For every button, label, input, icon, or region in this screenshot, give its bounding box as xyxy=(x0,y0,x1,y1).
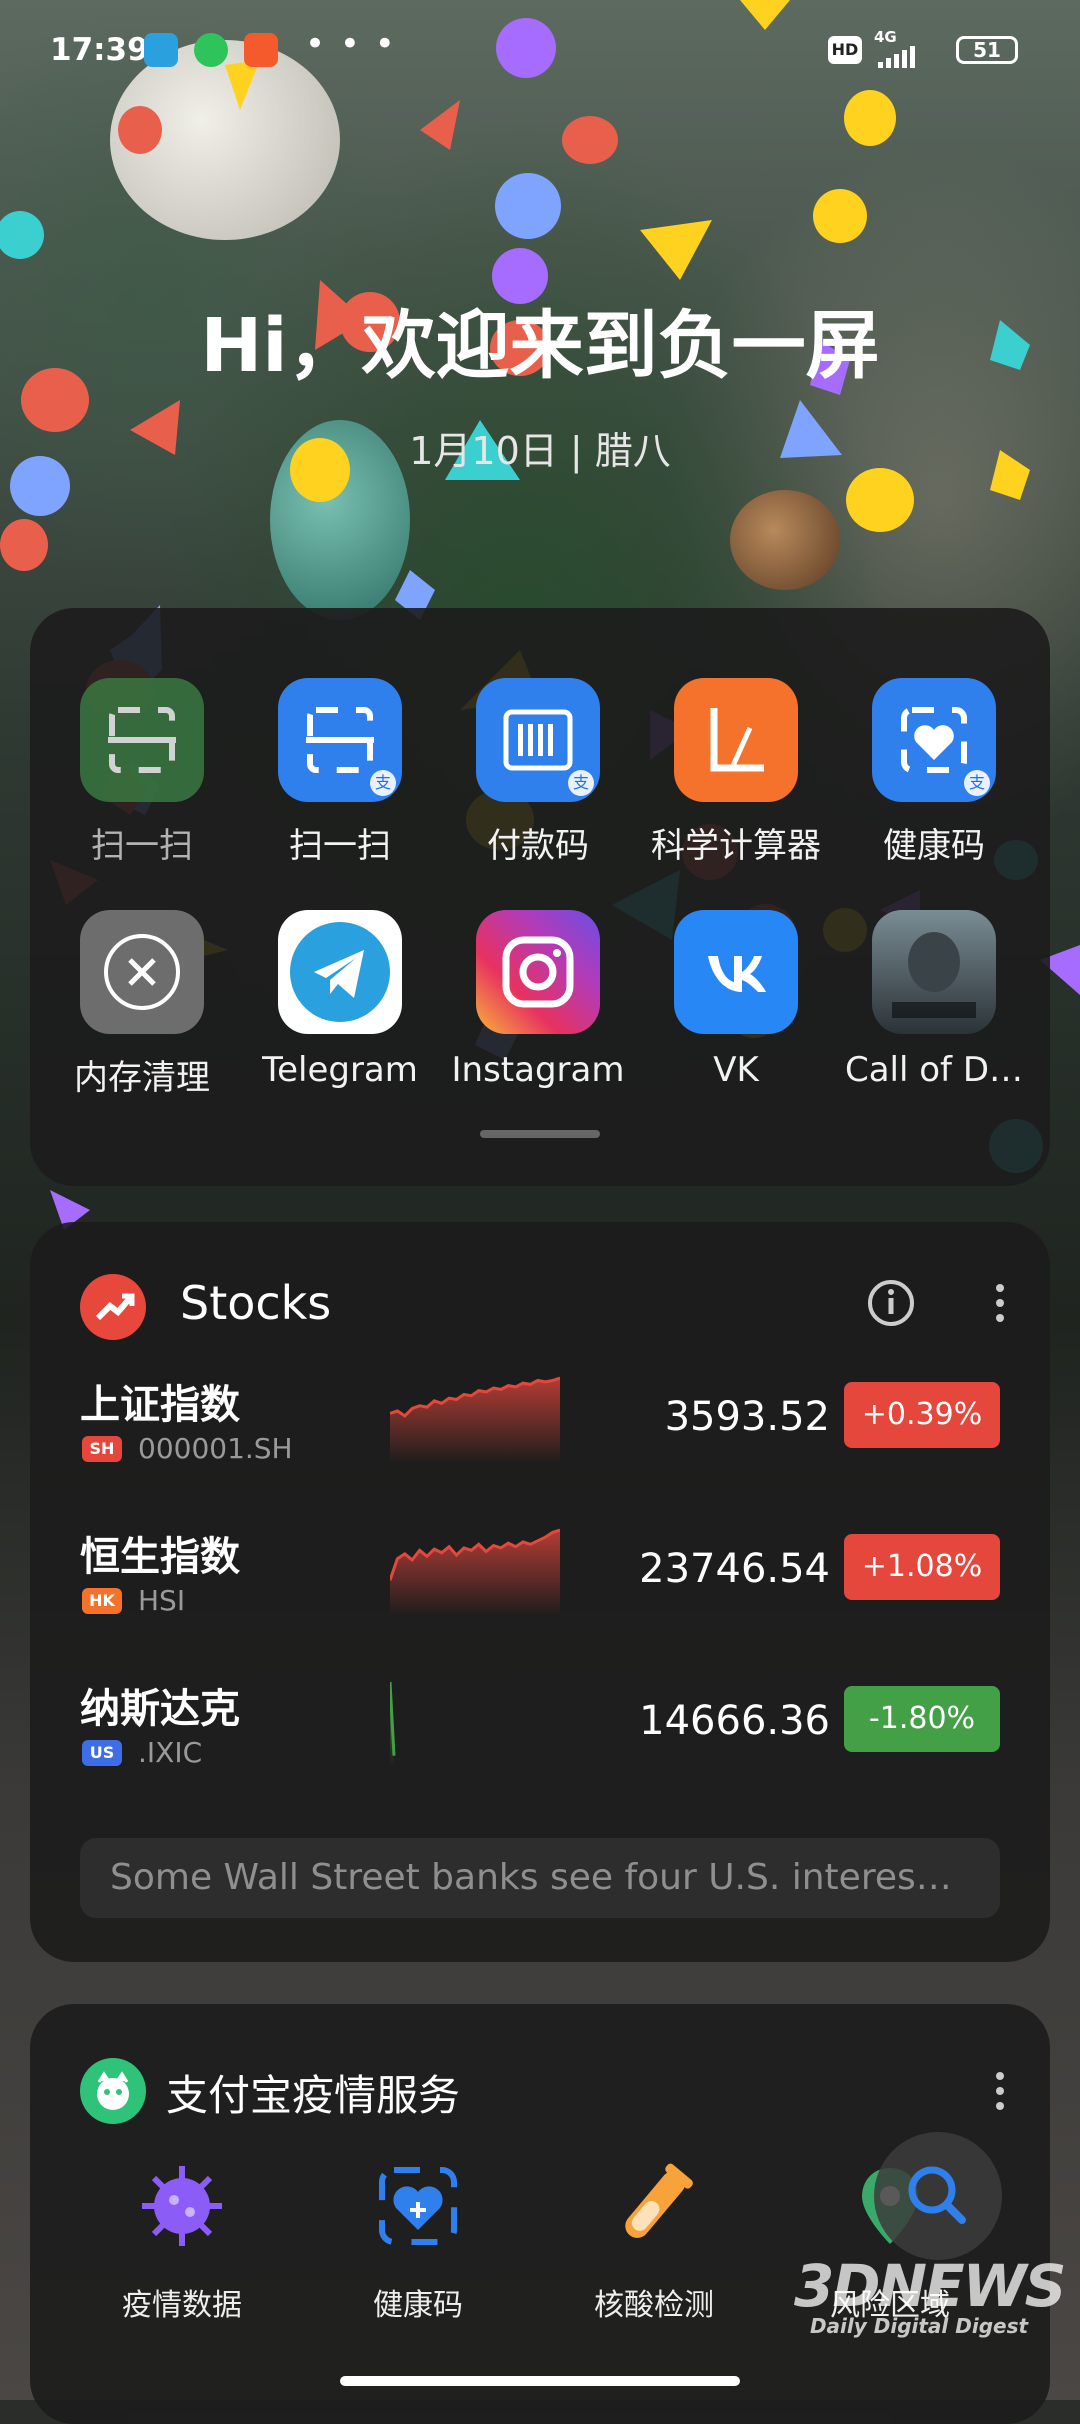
whatsapp-icon xyxy=(194,33,228,67)
expand-handle[interactable] xyxy=(480,1130,600,1138)
more-notifications-icon: • • • xyxy=(305,24,397,64)
tile-label: 核酸检测 xyxy=(594,2288,714,2323)
sparkline-area xyxy=(390,1378,560,1464)
app-scan-2[interactable]: 支 扫一扫 xyxy=(242,678,438,867)
virus-icon xyxy=(134,2158,230,2254)
app-shortcuts-card: 扫一扫 支 扫一扫 支 付款码 科学计算器 支 健康码 内存清理 Telegra… xyxy=(30,608,1050,1186)
app-vk[interactable]: VK xyxy=(638,910,834,1090)
app-label: 扫一扫 xyxy=(91,826,193,866)
app-calculator[interactable]: 科学计算器 xyxy=(638,678,834,867)
app-health-code[interactable]: 支 健康码 xyxy=(836,678,1032,867)
market-tag: US xyxy=(82,1740,122,1766)
greeting-date: 1月10日 | 腊八 xyxy=(409,429,671,473)
tile-label: 疫情数据 xyxy=(122,2288,242,2323)
alipay-badge-icon: 支 xyxy=(370,770,396,796)
signal-icon xyxy=(878,46,915,68)
vk-icon xyxy=(674,910,798,1034)
stock-code: 000001.SH xyxy=(138,1432,293,1465)
watermark-logo: 3DNEWS Daily Digital Digest xyxy=(794,2252,1066,2338)
search-icon xyxy=(908,2166,966,2224)
battery-indicator: 51 xyxy=(956,36,1018,64)
stock-name: 纳斯达克 xyxy=(80,1686,240,1732)
barcode-icon: 支 xyxy=(476,678,600,802)
app-call-of-duty[interactable]: Call of D… xyxy=(836,910,1032,1090)
stock-change-badge: +1.08% xyxy=(844,1534,1000,1600)
sparkline-chart xyxy=(390,1681,396,1768)
telegram-icon xyxy=(144,33,178,67)
instagram-icon xyxy=(476,910,600,1034)
more-options-icon[interactable] xyxy=(990,2066,1010,2120)
stock-price: 23746.54 xyxy=(639,1546,830,1592)
stock-price: 14666.36 xyxy=(639,1698,830,1744)
tile-health-code[interactable]: 健康码 xyxy=(318,2158,518,2324)
market-tag: SH xyxy=(82,1436,122,1462)
home-indicator[interactable] xyxy=(340,2376,740,2386)
info-icon[interactable] xyxy=(866,1278,916,1332)
hd-voice-icon: HD xyxy=(828,36,862,64)
app-label: 内存清理 xyxy=(74,1058,210,1098)
app-label: Call of D… xyxy=(844,1050,1024,1090)
market-tag: HK xyxy=(82,1588,122,1614)
more-options-icon[interactable] xyxy=(990,1278,1010,1332)
shopping-icon xyxy=(244,33,278,67)
call-of-duty-icon xyxy=(872,910,996,1034)
app-scan-1[interactable]: 扫一扫 xyxy=(44,678,240,867)
stocks-card: Stocks 上证指数 SH 000001.SH 3593.52 +0.39% 恒生指数 H… xyxy=(30,1222,1050,1962)
stock-row[interactable]: 纳斯达克 US .IXIC 14666.36 -1.80% xyxy=(30,1676,1050,1826)
stock-code: HSI xyxy=(138,1584,186,1617)
tile-nucleic-test[interactable]: 核酸检测 xyxy=(554,2158,754,2324)
alipay-badge-icon: 支 xyxy=(964,770,990,796)
status-bar: 17:39 • • • HD 4G 51 xyxy=(0,0,1080,104)
sparkline-chart xyxy=(390,1376,560,1464)
app-label: Telegram xyxy=(262,1050,418,1090)
stocks-logo-icon xyxy=(80,1274,146,1340)
calculator-icon xyxy=(674,678,798,802)
stock-row[interactable]: 上证指数 SH 000001.SH 3593.52 +0.39% xyxy=(30,1372,1050,1522)
health-code-icon xyxy=(370,2158,466,2254)
stock-row[interactable]: 恒生指数 HK HSI 23746.54 +1.08% xyxy=(30,1524,1050,1674)
stock-code: .IXIC xyxy=(138,1736,203,1769)
greeting-title: Hi，欢迎来到负一屏 xyxy=(200,303,880,389)
app-payment-code[interactable]: 支 付款码 xyxy=(440,678,636,867)
app-telegram[interactable]: Telegram xyxy=(242,910,438,1090)
stocks-title: Stocks xyxy=(180,1276,332,1330)
ornament-ball xyxy=(730,490,840,590)
app-memory-clean[interactable]: 内存清理 xyxy=(44,910,240,1099)
stock-price: 3593.52 xyxy=(664,1394,830,1440)
tile-epidemic-data[interactable]: 疫情数据 xyxy=(82,2158,282,2324)
app-instagram[interactable]: Instagram xyxy=(440,910,636,1090)
watermark-tagline: Daily Digital Digest xyxy=(809,2314,1029,2338)
alipay-logo-icon xyxy=(80,2058,146,2124)
app-label: 健康码 xyxy=(883,826,985,866)
stock-change-badge: +0.39% xyxy=(844,1382,1000,1448)
stock-name: 恒生指数 xyxy=(80,1534,240,1580)
clock: 17:39 xyxy=(50,32,149,68)
app-label: 付款码 xyxy=(487,826,589,866)
telegram-icon xyxy=(278,910,402,1034)
stock-name: 上证指数 xyxy=(80,1382,240,1428)
alipay-badge-icon: 支 xyxy=(568,770,594,796)
app-label: 扫一扫 xyxy=(289,826,391,866)
search-button[interactable] xyxy=(874,2132,1002,2260)
scan-icon: 支 xyxy=(278,678,402,802)
memory-clean-icon xyxy=(80,910,204,1034)
sparkline-chart xyxy=(390,1528,560,1616)
tile-label: 健康码 xyxy=(373,2288,463,2323)
stock-change-badge: -1.80% xyxy=(844,1686,1000,1752)
network-type: 4G xyxy=(874,28,897,46)
app-label: Instagram xyxy=(451,1050,625,1090)
app-label: VK xyxy=(713,1050,759,1090)
app-label: 科学计算器 xyxy=(651,826,821,866)
news-headline[interactable]: Some Wall Street banks see four U.S. int… xyxy=(80,1838,1000,1918)
alipay-card-title: 支付宝疫情服务 xyxy=(166,2071,461,2120)
test-tube-icon xyxy=(606,2158,702,2254)
scan-icon xyxy=(80,678,204,802)
health-code-icon: 支 xyxy=(872,678,996,802)
watermark-brand: 3DNEWS xyxy=(794,2252,1066,2320)
